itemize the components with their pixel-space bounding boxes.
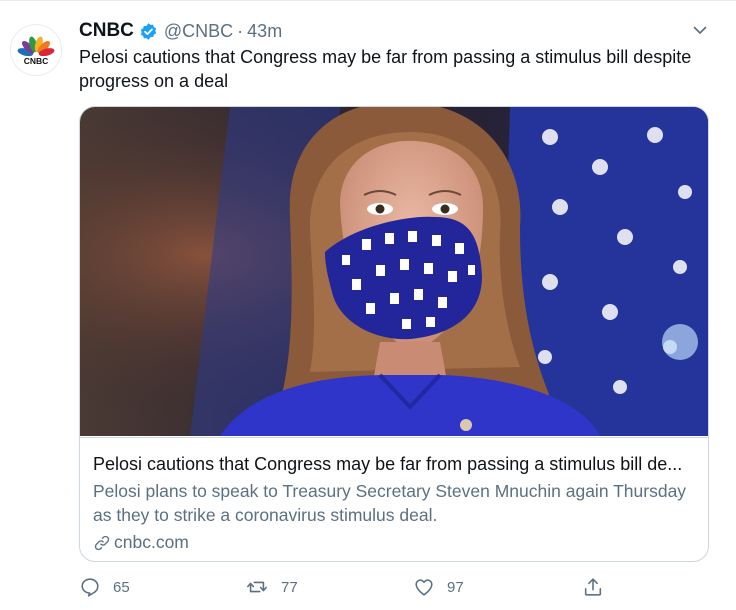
tweet-header: CNBC @CNBC · 43m — [79, 18, 282, 44]
card-body[interactable]: Pelosi cautions that Congress may be far… — [80, 437, 708, 561]
reply-icon — [81, 578, 99, 597]
reply-count: 65 — [113, 578, 130, 596]
link-icon — [94, 535, 110, 550]
author-handle[interactable]: @CNBC — [164, 21, 233, 42]
divider — [0, 0, 736, 1]
like-count: 97 — [447, 578, 464, 596]
timestamp[interactable]: 43m — [247, 21, 282, 42]
avatar[interactable]: CNBC — [10, 24, 62, 76]
retweet-count: 77 — [281, 578, 298, 596]
card-title: Pelosi cautions that Congress may be far… — [93, 454, 683, 474]
card-description: Pelosi plans to speak to Treasury Secret… — [93, 481, 687, 525]
card-image[interactable] — [80, 107, 708, 436]
svg-text:CNBC: CNBC — [24, 56, 49, 66]
tweet-text: Pelosi cautions that Congress may be far… — [79, 47, 692, 91]
tweet-actions: 65 77 97 — [79, 572, 639, 602]
link-card[interactable]: Pelosi cautions that Congress may be far… — [79, 106, 709, 562]
share-icon — [584, 578, 602, 596]
like-button[interactable]: 97 — [413, 572, 464, 602]
like-icon — [415, 579, 433, 596]
cnbc-peacock-logo: CNBC — [11, 25, 61, 75]
retweet-button[interactable]: 77 — [245, 572, 298, 602]
author-name[interactable]: CNBC — [79, 20, 134, 42]
tweet[interactable]: CNBC CNBC @CNBC · 43m Pelosi cautions th… — [0, 0, 736, 610]
retweet-icon — [247, 581, 267, 593]
card-domain: cnbc.com — [93, 532, 189, 553]
chevron-down-icon — [693, 26, 707, 34]
separator-dot: · — [237, 20, 244, 41]
verified-badge-icon — [139, 22, 158, 41]
card-domain-text: cnbc.com — [114, 532, 189, 552]
share-button[interactable] — [582, 572, 604, 602]
more-options-button[interactable] — [690, 20, 710, 40]
reply-button[interactable]: 65 — [79, 572, 130, 602]
